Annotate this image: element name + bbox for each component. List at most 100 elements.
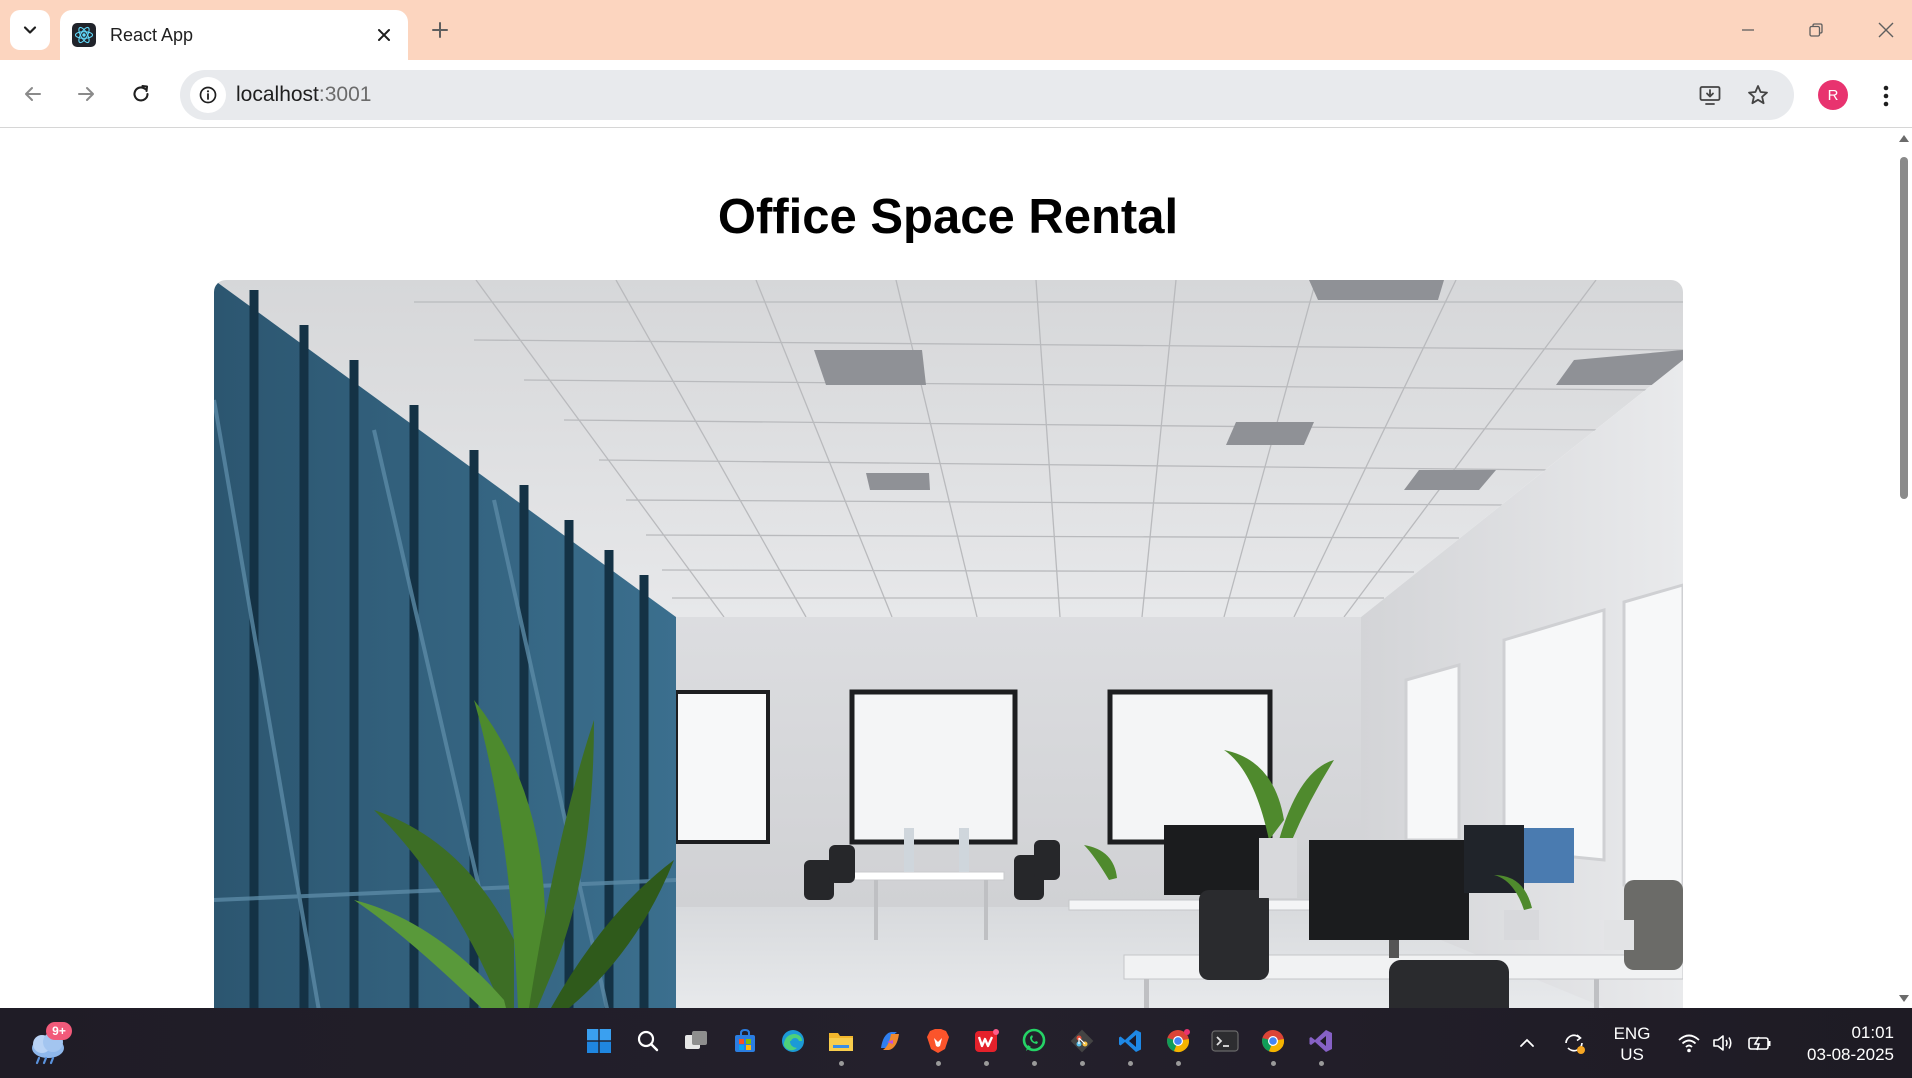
terminal-icon [1211, 1030, 1239, 1052]
running-indicator [1032, 1061, 1037, 1066]
taskbar-app-terminal[interactable] [1207, 1023, 1243, 1059]
url-port: :3001 [318, 83, 372, 106]
whatsapp-icon [1022, 1028, 1046, 1052]
info-icon [199, 86, 217, 104]
address-bar[interactable]: localhost:3001 [180, 70, 1794, 120]
taskbar-app-vscode[interactable] [1112, 1023, 1148, 1059]
close-window-button[interactable] [1862, 10, 1910, 50]
profile-avatar[interactable]: R [1818, 80, 1848, 110]
visual-studio-icon [1309, 1030, 1332, 1052]
tab-search-button[interactable] [10, 10, 50, 50]
taskbar-app-wps[interactable] [968, 1023, 1004, 1059]
star-icon [1748, 85, 1768, 105]
wifi-icon [1678, 1034, 1700, 1053]
brave-icon [927, 1029, 949, 1053]
reload-button[interactable] [121, 74, 161, 114]
show-hidden-icons-button[interactable] [1514, 1030, 1540, 1056]
volume-icon [1713, 1035, 1732, 1051]
running-indicator [839, 1061, 844, 1066]
browser-toolbar: localhost:3001 R [0, 60, 1912, 128]
chrome-icon [1167, 1029, 1190, 1053]
windows-taskbar: 9+ ENG US 01:01 03-08-2025 [0, 1008, 1912, 1078]
url-text: localhost:3001 [236, 83, 371, 107]
taskbar-app-whatsapp[interactable] [1016, 1023, 1052, 1059]
install-app-icon [1699, 86, 1721, 105]
new-tab-button[interactable] [424, 14, 456, 46]
clock-time: 01:01 [1851, 1023, 1894, 1042]
search-icon [637, 1030, 659, 1052]
windows-start-icon [587, 1029, 611, 1053]
taskbar-app-chrome-2[interactable] [1255, 1023, 1291, 1059]
start-button[interactable] [581, 1023, 617, 1059]
chrome-icon [1262, 1030, 1284, 1053]
react-logo-icon [72, 23, 96, 47]
running-indicator [984, 1061, 989, 1066]
task-view-icon [685, 1031, 707, 1049]
restore-button[interactable] [1792, 10, 1840, 50]
language-indicator[interactable]: ENG US [1612, 1023, 1652, 1065]
page-viewport: Office Space Rental [0, 129, 1912, 1008]
tab-strip: React App [0, 0, 1912, 60]
store-icon [735, 1028, 755, 1052]
taskbar-app-git[interactable] [1064, 1023, 1100, 1059]
desktop: React App localhost:3001 R Office Space … [0, 0, 1912, 1078]
edge-icon [782, 1030, 804, 1052]
minimize-icon [1742, 29, 1754, 31]
battery-status[interactable] [1747, 1030, 1773, 1056]
running-indicator [1128, 1061, 1133, 1066]
wifi-status[interactable] [1676, 1030, 1702, 1056]
taskbar-app-edge[interactable] [775, 1023, 811, 1059]
scroll-down-arrow-icon[interactable] [1899, 995, 1909, 1002]
volume-status[interactable] [1710, 1030, 1736, 1056]
weather-widget[interactable]: 9+ [26, 1022, 72, 1066]
sync-icon [1565, 1034, 1585, 1054]
minimize-button[interactable] [1724, 10, 1772, 50]
site-info-button[interactable] [190, 77, 226, 113]
taskbar-clock[interactable]: 01:01 03-08-2025 [1790, 1022, 1894, 1066]
task-view-button[interactable] [678, 1023, 714, 1059]
arrow-right-icon [78, 87, 94, 101]
taskbar-app-store[interactable] [727, 1023, 763, 1059]
clock-date: 03-08-2025 [1807, 1045, 1894, 1064]
weather-badge: 9+ [46, 1022, 72, 1040]
copilot-icon [881, 1032, 899, 1050]
taskbar-app-copilot[interactable] [872, 1023, 908, 1059]
file-explorer-icon [829, 1033, 853, 1051]
browser-menu-button[interactable] [1866, 76, 1906, 116]
taskbar-app-brave[interactable] [920, 1023, 956, 1059]
more-vertical-icon [1883, 85, 1889, 107]
close-icon [1878, 22, 1894, 38]
scrollbar-thumb[interactable] [1900, 157, 1908, 499]
running-indicator [1271, 1061, 1276, 1066]
install-app-button[interactable] [1692, 77, 1728, 113]
taskbar-app-chrome[interactable] [1160, 1023, 1196, 1059]
tab-close-button[interactable] [372, 23, 396, 47]
close-icon [378, 29, 390, 41]
page-scrollbar[interactable] [1896, 129, 1912, 1008]
reload-icon [133, 84, 149, 102]
tab-title: React App [110, 24, 194, 45]
back-button[interactable] [13, 74, 53, 114]
plus-icon [432, 22, 448, 38]
taskbar-app-file-explorer[interactable] [823, 1023, 859, 1059]
chevron-down-icon [23, 26, 37, 34]
running-indicator [1080, 1061, 1085, 1066]
running-indicator [1319, 1061, 1324, 1066]
chevron-up-icon [1520, 1038, 1534, 1047]
vscode-icon [1119, 1030, 1141, 1052]
forward-button[interactable] [66, 74, 106, 114]
arrow-left-icon [25, 87, 41, 101]
scroll-up-arrow-icon[interactable] [1899, 135, 1909, 142]
git-icon [1070, 1029, 1094, 1053]
restore-icon [1809, 23, 1823, 37]
sync-status-button[interactable] [1561, 1030, 1587, 1056]
language-code: ENG [1613, 1024, 1651, 1043]
running-indicator [1176, 1061, 1181, 1066]
page-title: Office Space Rental [717, 190, 1179, 244]
bookmark-button[interactable] [1740, 77, 1776, 113]
taskbar-search-button[interactable] [630, 1023, 666, 1059]
tab-react-app[interactable]: React App [60, 10, 408, 60]
running-indicator [936, 1061, 941, 1066]
wps-icon [975, 1029, 999, 1052]
taskbar-app-visual-studio[interactable] [1303, 1023, 1339, 1059]
